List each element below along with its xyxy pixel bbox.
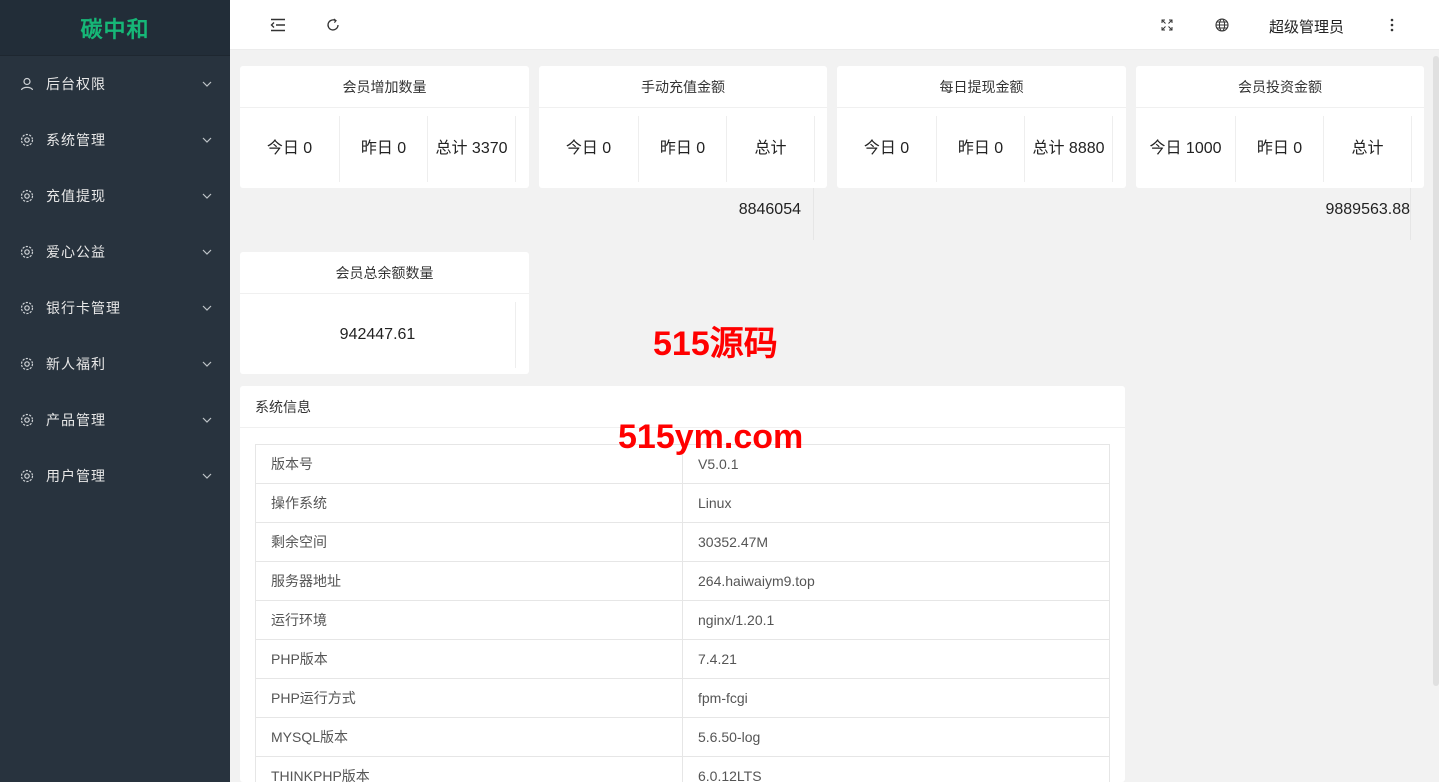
info-value: Linux	[682, 483, 1110, 523]
chevron-down-icon	[202, 471, 212, 481]
gear-icon	[20, 413, 34, 427]
sidebar-item-permissions[interactable]: 后台权限	[0, 56, 230, 112]
sidebar-item-label: 后台权限	[46, 76, 106, 92]
balance-value: 942447.61	[240, 302, 516, 368]
table-row: 操作系统 Linux	[255, 483, 1110, 523]
refresh-icon[interactable]	[323, 15, 343, 35]
stat-total: 总计 3370	[428, 116, 516, 182]
stat-today: 今日 0	[837, 116, 937, 182]
fullscreen-icon[interactable]	[1157, 15, 1177, 35]
stat-total: 总计	[1324, 116, 1412, 182]
gear-icon	[20, 189, 34, 203]
sidebar-item-system[interactable]: 系统管理	[0, 112, 230, 168]
card-title: 会员总余额数量	[240, 252, 529, 294]
info-value: fpm-fcgi	[682, 678, 1110, 718]
stat-card-member-investment: 会员投资金额 今日 1000 昨日 0 总计	[1136, 66, 1424, 188]
sidebar-item-products[interactable]: 产品管理	[0, 392, 230, 448]
globe-icon[interactable]	[1212, 15, 1232, 35]
sidebar-item-newbie[interactable]: 新人福利	[0, 336, 230, 392]
sidebar-item-label: 充值提现	[46, 188, 106, 204]
gear-icon	[20, 469, 34, 483]
logo[interactable]: 碳中和	[0, 0, 230, 56]
chevron-down-icon	[202, 135, 212, 145]
divider	[813, 188, 814, 240]
sidebar-item-label: 爱心公益	[46, 244, 106, 260]
chevron-down-icon	[202, 303, 212, 313]
watermark-url: 515ym.com	[618, 418, 804, 456]
stat-today: 今日 0	[539, 116, 639, 182]
user-icon	[20, 77, 34, 91]
info-value: nginx/1.20.1	[682, 600, 1110, 640]
sidebar-item-label: 系统管理	[46, 132, 106, 148]
sidebar-item-charity[interactable]: 爱心公益	[0, 224, 230, 280]
sidebar-item-label: 产品管理	[46, 412, 106, 428]
table-row: THINKPHP版本 6.0.12LTS	[255, 756, 1110, 782]
info-key: 运行环境	[255, 600, 683, 640]
info-key: 剩余空间	[255, 522, 683, 562]
sidebar-item-recharge[interactable]: 充值提现	[0, 168, 230, 224]
sidebar-item-label: 用户管理	[46, 468, 106, 484]
chevron-down-icon	[202, 247, 212, 257]
gear-icon	[20, 357, 34, 371]
divider	[1410, 188, 1411, 240]
sidebar-item-label: 新人福利	[46, 356, 106, 372]
table-row: 服务器地址 264.haiwaiym9.top	[255, 561, 1110, 601]
stat-card-daily-withdraw: 每日提现金额 今日 0 昨日 0 总计 8880	[837, 66, 1126, 188]
sidebar-item-bankcard[interactable]: 银行卡管理	[0, 280, 230, 336]
info-key: 服务器地址	[255, 561, 683, 601]
stat-total: 总计	[727, 116, 815, 182]
stat-yesterday: 昨日 0	[340, 116, 428, 182]
info-value: 7.4.21	[682, 639, 1110, 679]
stat-total: 总计 8880	[1025, 116, 1113, 182]
table-row: PHP运行方式 fpm-fcgi	[255, 678, 1110, 718]
gear-icon	[20, 245, 34, 259]
table-row: PHP版本 7.4.21	[255, 639, 1110, 679]
chevron-down-icon	[202, 415, 212, 425]
chevron-down-icon	[202, 359, 212, 369]
stat-yesterday: 昨日 0	[937, 116, 1025, 182]
sidebar-item-label: 银行卡管理	[46, 300, 121, 316]
more-vertical-icon[interactable]	[1382, 15, 1402, 35]
info-value: 6.0.12LTS	[682, 756, 1110, 782]
info-value: 264.haiwaiym9.top	[682, 561, 1110, 601]
stat-today: 今日 0	[240, 116, 340, 182]
stat-card-manual-recharge: 手动充值金额 今日 0 昨日 0 总计	[539, 66, 827, 188]
info-value: 5.6.50-log	[682, 717, 1110, 757]
user-name[interactable]: 超级管理员	[1269, 16, 1344, 37]
stat-total-value: 8846054	[738, 201, 801, 218]
stat-total-value: 9889563.88	[1325, 201, 1410, 218]
stat-card-member-growth: 会员增加数量 今日 0 昨日 0 总计 3370	[240, 66, 529, 188]
sidebar: 碳中和 后台权限 系统管理 充值提现 爱心公益 银行卡管理 新人福利 产品管理 …	[0, 0, 230, 782]
info-key: THINKPHP版本	[255, 756, 683, 782]
gear-icon	[20, 133, 34, 147]
card-title: 手动充值金额	[539, 66, 827, 108]
card-title: 会员增加数量	[240, 66, 529, 108]
sidebar-item-users[interactable]: 用户管理	[0, 448, 230, 504]
info-key: PHP版本	[255, 639, 683, 679]
table-row: 运行环境 nginx/1.20.1	[255, 600, 1110, 640]
page-scrollbar[interactable]	[1433, 56, 1439, 686]
info-key: MYSQL版本	[255, 717, 683, 757]
gear-icon	[20, 301, 34, 315]
chevron-down-icon	[202, 79, 212, 89]
stat-card-total-balance: 会员总余额数量 942447.61	[240, 252, 529, 374]
menu-fold-icon[interactable]	[268, 15, 288, 35]
watermark-text: 515源码	[653, 325, 778, 363]
stat-yesterday: 昨日 0	[639, 116, 727, 182]
info-key: 操作系统	[255, 483, 683, 523]
top-header: 超级管理员	[230, 0, 1439, 50]
table-row: MYSQL版本 5.6.50-log	[255, 717, 1110, 757]
info-key: PHP运行方式	[255, 678, 683, 718]
stat-yesterday: 昨日 0	[1236, 116, 1324, 182]
stat-today: 今日 1000	[1136, 116, 1236, 182]
chevron-down-icon	[202, 191, 212, 201]
info-value: 30352.47M	[682, 522, 1110, 562]
card-title: 会员投资金额	[1136, 66, 1424, 108]
brand-name: 碳中和	[80, 16, 150, 42]
system-info-table: 版本号 V5.0.1 操作系统 Linux 剩余空间 30352.47M 服务器地址 2…	[255, 444, 1110, 782]
table-row: 剩余空间 30352.47M	[255, 522, 1110, 562]
card-title: 每日提现金额	[837, 66, 1126, 108]
